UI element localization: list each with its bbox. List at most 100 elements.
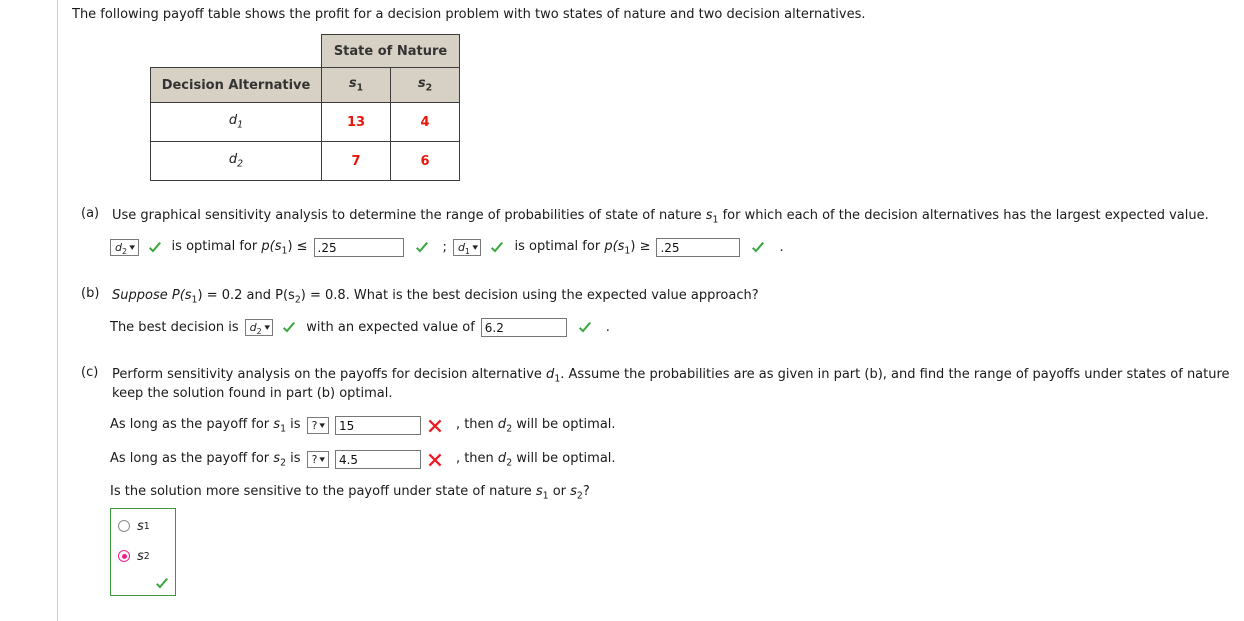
part-b-prompt-2: ) = 0.2 and P(s <box>197 288 295 303</box>
part-b-prompt: Suppose P(s1) = 0.2 and P(s2) = 0.8. Wha… <box>112 286 759 310</box>
part-c-row-1-tail: , then d2 will be optimal. <box>456 417 616 435</box>
part-a-input-2[interactable]: .25 <box>656 238 741 257</box>
part-a-select-2-value: d <box>457 241 465 254</box>
part-a-text-1-end: ) ≤ <box>287 238 308 254</box>
part-c-label: (c) <box>81 365 99 380</box>
part-c-row-2-lead: As long as the payoff for s2 is <box>110 451 301 469</box>
payoff-table: State of Nature Decision Alternative s1 … <box>150 34 460 181</box>
part-b-answer-mid: with an expected value of <box>306 320 475 335</box>
col-header-s2: s2 <box>390 67 460 103</box>
col-header-s1-sub: 1 <box>356 82 364 94</box>
intro-text: The following payoff table shows the pro… <box>72 7 866 22</box>
chevron-down-icon: ▾ <box>472 243 479 253</box>
part-c-radio-group: s1 s2 <box>110 508 176 596</box>
part-c-final-q-s2: s <box>570 484 577 499</box>
part-a-text-1: is optimal for p(s1) ≤ <box>172 239 308 257</box>
row-label-d1-text: d <box>228 113 238 129</box>
row-label-d1-sub: 1 <box>237 119 244 131</box>
row-label-d2: d2 <box>150 141 322 181</box>
cell-d1-s1: 13 <box>321 102 391 142</box>
part-c-final-q-3: ? <box>582 484 590 499</box>
part-a-check-1-icon <box>147 240 162 255</box>
part-a-prompt: Use graphical sensitivity analysis to de… <box>112 206 1209 230</box>
part-a-select-2-sub: 1 <box>464 247 470 257</box>
part-c-row-1-tail-2: will be optimal. <box>512 416 616 432</box>
part-a-prompt-1: Use graphical sensitivity analysis to de… <box>112 208 706 223</box>
radio-option-s2-label: s <box>137 548 144 564</box>
part-c-row-2-is: is <box>286 450 301 466</box>
part-c-row-2-tail-2: will be optimal. <box>512 450 616 466</box>
row-label-d2-sub: 2 <box>237 158 244 170</box>
part-c-input-2[interactable]: 4.5 <box>334 450 421 469</box>
table-row: d2 7 6 <box>150 141 460 181</box>
part-b-input[interactable]: 6.2 <box>480 318 567 337</box>
radio-button-s1-icon[interactable] <box>118 520 130 532</box>
part-a-period: . <box>779 240 784 255</box>
part-c-input-1[interactable]: 15 <box>334 416 421 435</box>
radio-option-s2[interactable]: s2 <box>111 545 175 567</box>
radio-button-s2-icon[interactable] <box>118 550 130 562</box>
part-b-prompt-3: ) = 0.8. What is the best decision using… <box>300 288 759 303</box>
part-a-separator: ; <box>442 240 447 255</box>
part-a-text-2-end: ) ≥ <box>630 238 651 254</box>
part-c-check-icon <box>154 576 169 591</box>
part-a-prompt-2: for which each of the decision alternati… <box>718 208 1209 223</box>
part-a-check-4-icon <box>750 240 765 255</box>
part-a-text-1-p: p(s <box>261 238 282 254</box>
part-a-text-2-p: p(s <box>604 238 625 254</box>
cell-d1-s2: 4 <box>390 102 460 142</box>
part-c-select-2-value: ? <box>311 453 318 466</box>
part-a-text-1-lead: is optimal for <box>171 238 262 254</box>
part-b-select-sub: 2 <box>256 327 262 337</box>
part-c-final-question: Is the solution more sensitive to the pa… <box>110 484 590 502</box>
part-c-cross-1-icon <box>427 418 442 433</box>
col-header-s1-text: s <box>348 76 357 92</box>
part-a-select-1-value: d <box>115 241 122 254</box>
part-a-check-2-icon <box>414 240 429 255</box>
part-c-prompt-2: . Assume the probabilities are as given … <box>560 367 1230 382</box>
part-b-prompt-1: Suppose P(s <box>112 288 192 303</box>
radio-option-s1[interactable]: s1 <box>111 515 175 537</box>
part-c-final-q-1: Is the solution more sensitive to the pa… <box>110 484 536 499</box>
chevron-down-icon: ▾ <box>129 243 136 253</box>
table-row-group-header: State of Nature <box>151 34 460 68</box>
chevron-down-icon: ▾ <box>264 323 270 333</box>
part-b-check-2-icon <box>577 320 592 335</box>
part-c-row-1: As long as the payoff for s1 is ? ▾ 15 , … <box>110 416 616 435</box>
part-c-row-2-tail-d: d <box>497 450 507 466</box>
part-a-text-2: is optimal for p(s1) ≥ <box>514 239 650 257</box>
part-c-select-1[interactable]: ? ▾ <box>306 417 329 434</box>
part-c-prompt-1: Perform sensitivity analysis on the payo… <box>112 367 547 382</box>
cell-d2-s1: 7 <box>321 141 391 181</box>
part-c-prompt-line2: keep the solution found in part (b) opti… <box>112 386 393 401</box>
part-b-check-1-icon <box>281 320 296 335</box>
part-a-answer-row: d2 ▾ is optimal for p(s1) ≤ .25 ; d1 ▾ is … <box>110 238 784 257</box>
part-c-cross-2-icon <box>427 452 442 467</box>
part-c-row-2-tail-1: , then <box>455 450 498 466</box>
part-b-answer-lead: The best decision is <box>110 320 239 335</box>
part-c-row-1-tail-d: d <box>497 416 507 432</box>
radio-option-s1-sub: 1 <box>143 520 150 532</box>
part-c-select-2[interactable]: ? ▾ <box>306 451 329 468</box>
part-b-answer-row: The best decision is d2 ▾ with an expecte… <box>110 318 610 337</box>
part-c-final-question-text: Is the solution more sensitive to the pa… <box>110 484 590 502</box>
decision-alternative-header: Decision Alternative <box>150 67 322 103</box>
part-b-select[interactable]: d2 ▾ <box>244 319 274 337</box>
part-c-row-1-is: is <box>286 416 301 432</box>
left-divider-rule <box>57 0 58 621</box>
part-a-check-3-icon <box>489 240 504 255</box>
row-label-d1: d1 <box>150 102 322 142</box>
table-row: d1 13 4 <box>150 102 460 142</box>
part-a-input-1[interactable]: .25 <box>313 238 404 257</box>
part-a-select-2[interactable]: d1 ▾ <box>452 239 482 257</box>
part-a-select-1[interactable]: d2 ▾ <box>110 239 139 256</box>
part-c-final-q-2: or <box>548 484 571 499</box>
part-a-label: (a) <box>81 206 100 221</box>
part-a-select-1-sub: 2 <box>121 247 128 257</box>
part-b-label: (b) <box>81 286 100 301</box>
cell-d2-s2: 6 <box>390 141 460 181</box>
part-b-period: . <box>605 320 610 335</box>
question-page: The following payoff table shows the pro… <box>0 0 1244 621</box>
part-c-row-1-tail-1: , then <box>455 416 498 432</box>
part-c-select-1-value: ? <box>311 419 318 432</box>
